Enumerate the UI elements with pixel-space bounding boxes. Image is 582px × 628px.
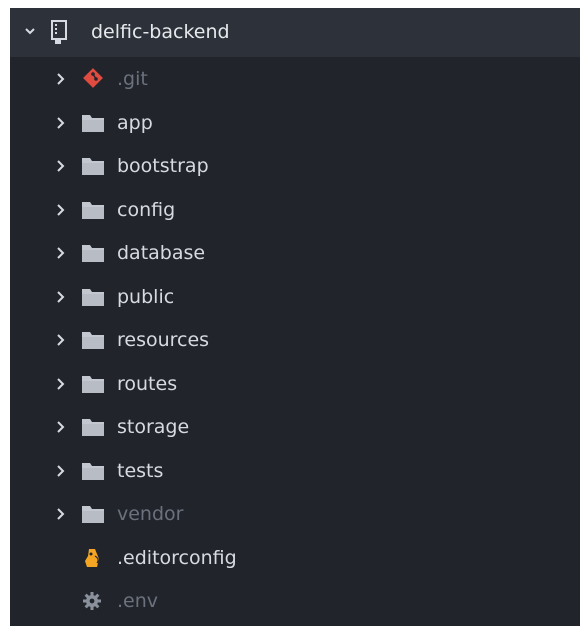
tree-item-label: routes (117, 372, 178, 395)
chevron-right-icon[interactable] (56, 290, 65, 303)
tree-item-label: tests (117, 459, 164, 482)
project-root-row[interactable]: delfic-backend (10, 8, 580, 57)
repo-icon (51, 20, 67, 44)
tree-item-label: public (117, 285, 175, 308)
tree-item-label: app (117, 111, 153, 134)
tree-item-label: .editorconfig (117, 546, 237, 569)
chevron-right-icon[interactable] (56, 377, 65, 390)
tree-item-label: resources (117, 329, 210, 351)
tree-item-label: .git (117, 68, 148, 90)
folder-icon (82, 419, 104, 436)
tree-folder-item[interactable]: tests (10, 449, 580, 493)
tree-item-label: vendor (117, 503, 184, 525)
folder-icon (82, 288, 104, 306)
tree-item-label: .env (117, 590, 159, 612)
tree-folder-item[interactable]: resources (10, 318, 580, 362)
tree-file-item[interactable]: .editorconfig (10, 536, 580, 580)
tree-folder-item[interactable]: database (10, 231, 580, 275)
folder-icon (82, 201, 104, 219)
chevron-right-icon[interactable] (56, 464, 65, 477)
folder-icon (82, 462, 104, 480)
tree-folder-item[interactable]: vendor (10, 492, 580, 536)
tree-folder-item[interactable]: config (10, 188, 580, 232)
editorconfig-icon (85, 548, 99, 567)
tree-file-item[interactable]: .env (10, 579, 580, 623)
chevron-right-icon[interactable] (56, 508, 65, 520)
git-icon (83, 68, 103, 88)
chevron-right-icon[interactable] (56, 334, 65, 346)
folder-icon (82, 245, 104, 262)
tree-folder-item[interactable]: public (10, 275, 580, 319)
project-name: delfic-backend (91, 21, 230, 43)
folder-icon (82, 506, 104, 523)
tree-item-label: database (117, 242, 206, 264)
chevron-right-icon[interactable] (56, 203, 65, 216)
tree-item-label: storage (117, 416, 190, 438)
tree-folder-item[interactable]: bootstrap (10, 144, 580, 188)
chevron-right-icon[interactable] (56, 73, 65, 85)
folder-icon (82, 114, 104, 132)
tree-list: .git app bootstrap config database public reso… (10, 57, 580, 623)
tree-folder-item[interactable]: app (10, 101, 580, 145)
file-tree-panel: delfic-backend .git app bootstrap config dat… (10, 8, 580, 626)
chevron-down-icon[interactable] (24, 25, 36, 37)
tree-item-label: bootstrap (117, 155, 209, 177)
folder-icon (82, 332, 104, 349)
tree-item-label: config (117, 198, 176, 221)
folder-icon (82, 375, 104, 393)
gear-icon (83, 592, 101, 610)
chevron-right-icon[interactable] (56, 116, 65, 129)
tree-folder-item[interactable]: .git (10, 57, 580, 101)
chevron-right-icon[interactable] (56, 421, 65, 433)
chevron-right-icon[interactable] (56, 160, 65, 172)
tree-folder-item[interactable]: routes (10, 362, 580, 406)
chevron-right-icon[interactable] (56, 247, 65, 259)
tree-folder-item[interactable]: storage (10, 405, 580, 449)
folder-icon (82, 158, 104, 175)
